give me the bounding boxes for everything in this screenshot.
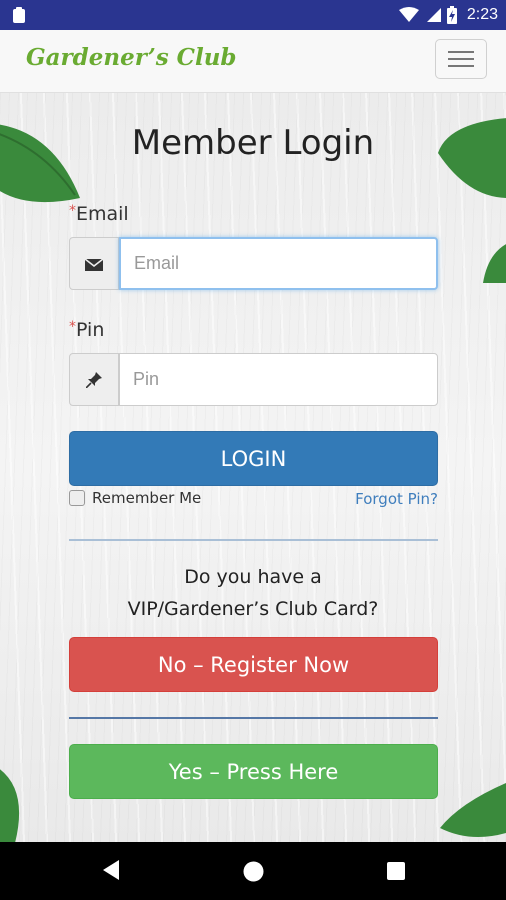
email-addon — [69, 237, 119, 290]
menu-button[interactable] — [435, 39, 487, 79]
email-field[interactable] — [119, 237, 438, 290]
divider — [69, 539, 438, 541]
forgot-pin-link[interactable]: Forgot Pin? — [355, 490, 438, 508]
pin-input-group — [69, 353, 438, 406]
card-question-line2: VIP/Gardener’s Club Card? — [127, 598, 379, 620]
divider — [69, 717, 438, 719]
leaf-decoration-bottom-left — [0, 769, 20, 842]
card-question-line1: Do you have a — [184, 566, 322, 588]
card-question: Do you have a VIP/Gardener’s Club Card? — [0, 561, 506, 625]
login-button[interactable]: LOGIN — [69, 431, 438, 486]
email-label: *Email — [69, 203, 129, 225]
cellular-icon — [426, 8, 441, 22]
system-nav-bar — [0, 842, 506, 900]
status-bar: 2:23 — [0, 0, 506, 30]
hamburger-line — [448, 65, 474, 67]
email-input-group — [69, 237, 438, 290]
pin-addon — [69, 353, 119, 406]
pin-label: *Pin — [69, 319, 104, 341]
battery-charging-icon — [446, 6, 457, 24]
pin-field[interactable] — [119, 353, 438, 406]
email-label-text: Email — [76, 203, 129, 225]
leaf-decoration-bottom-right — [440, 783, 506, 837]
clipboard-icon — [13, 7, 25, 23]
envelope-icon — [85, 257, 103, 271]
wifi-icon — [398, 7, 419, 22]
remember-me-checkbox[interactable] — [69, 490, 85, 506]
page-title: Member Login — [131, 123, 375, 163]
brand-logo[interactable]: Gardener’s Club — [26, 44, 237, 71]
remember-me[interactable]: Remember Me — [69, 489, 201, 507]
hamburger-line — [448, 58, 474, 60]
recents-square-icon[interactable] — [387, 862, 405, 880]
pushpin-icon — [86, 371, 102, 388]
home-circle-icon[interactable] — [243, 861, 264, 882]
required-marker: * — [69, 203, 76, 219]
app-bar: Gardener’s Club — [0, 30, 506, 93]
pin-label-text: Pin — [76, 319, 105, 341]
remember-me-label: Remember Me — [92, 489, 202, 507]
status-time: 2:23 — [466, 6, 498, 23]
required-marker: * — [69, 319, 76, 335]
yes-press-here-button[interactable]: Yes – Press Here — [69, 744, 438, 799]
login-content: Member Login *Email *Pin LOGIN Remember … — [0, 93, 506, 842]
register-now-button[interactable]: No – Register Now — [69, 637, 438, 692]
back-triangle-icon[interactable] — [101, 859, 121, 881]
hamburger-menu-icon — [448, 51, 474, 53]
